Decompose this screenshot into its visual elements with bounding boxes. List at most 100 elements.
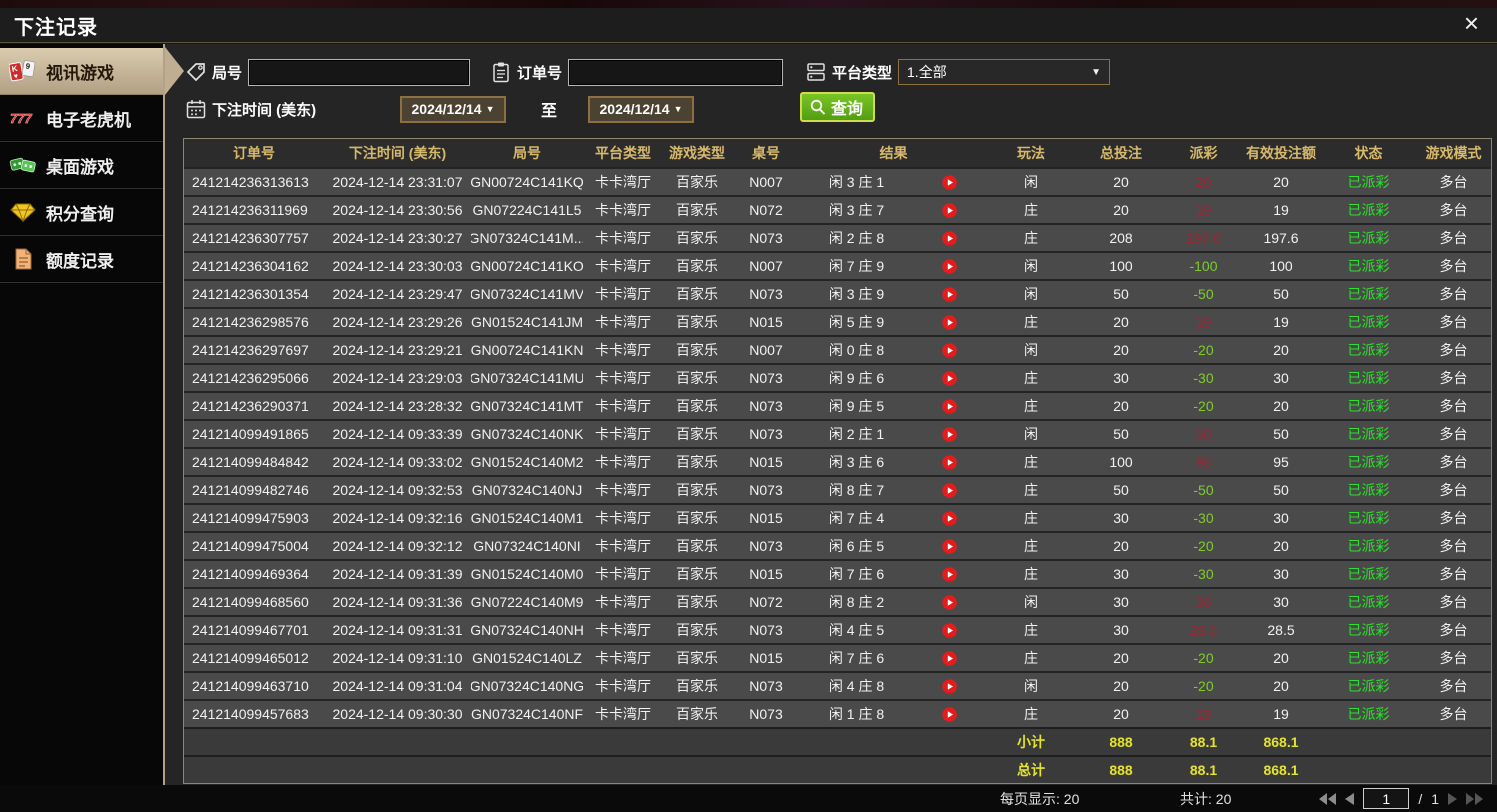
replay-icon[interactable] — [912, 203, 986, 218]
table-no-cell: N073 — [731, 393, 801, 419]
result-cell: 闲 7 庄 6 — [801, 645, 986, 671]
prev-page-icon[interactable] — [1345, 793, 1354, 805]
status-cell: 已派彩 — [1321, 309, 1416, 335]
platform-cell: 卡卡湾厅 — [583, 421, 663, 447]
table-no-cell: N073 — [731, 673, 801, 699]
table-no-cell: N007 — [731, 169, 801, 195]
result-cell: 闲 0 庄 8 — [801, 337, 986, 363]
platform-cell: 卡卡湾厅 — [583, 225, 663, 251]
round-id-cell: GN07324C140NH — [471, 617, 583, 643]
replay-icon[interactable] — [912, 343, 986, 358]
bet-time-cell: 2024-12-14 09:31:04 — [324, 673, 471, 699]
pagination-bar: 每页显示: 20 共计: 20 / 1 — [0, 785, 1497, 812]
last-page-icon[interactable] — [1466, 793, 1483, 805]
platform-list-icon — [805, 61, 827, 83]
replay-icon[interactable] — [912, 231, 986, 246]
order-input[interactable] — [568, 59, 783, 86]
to-group: 至 — [541, 95, 557, 123]
total-bet-cell: 30 — [1076, 505, 1166, 531]
result-text: 闲 3 庄 9 — [801, 284, 912, 304]
titlebar: 下注记录 × — [0, 8, 1497, 43]
payout-cell: -30 — [1166, 365, 1241, 391]
valid-bet-cell: 28.5 — [1241, 617, 1321, 643]
platform-cell: 卡卡湾厅 — [583, 281, 663, 307]
bet-time-cell: 2024-12-14 09:33:39 — [324, 421, 471, 447]
bet-time-cell: 2024-12-14 23:30:56 — [324, 197, 471, 223]
replay-icon[interactable] — [912, 679, 986, 694]
payout-cell: -100 — [1166, 253, 1241, 279]
replay-icon[interactable] — [912, 483, 986, 498]
payout-cell: -20 — [1166, 393, 1241, 419]
game-mode-cell: 多台 — [1416, 505, 1491, 531]
replay-icon[interactable] — [912, 427, 986, 442]
table-no-cell: N015 — [731, 449, 801, 475]
payout-cell: -50 — [1166, 281, 1241, 307]
page-number-input[interactable] — [1363, 788, 1409, 809]
replay-icon[interactable] — [912, 175, 986, 190]
platform-selected-value: 1.全部 — [907, 62, 947, 82]
date-from-picker[interactable]: 2024/12/14 ▼ — [400, 96, 506, 123]
close-icon[interactable]: × — [1464, 10, 1497, 40]
replay-icon[interactable] — [912, 651, 986, 666]
table-no-cell: N072 — [731, 197, 801, 223]
result-text: 闲 9 庄 6 — [801, 368, 912, 388]
result-cell: 闲 1 庄 8 — [801, 701, 986, 727]
replay-icon[interactable] — [912, 371, 986, 386]
sidebar-item-table-games[interactable]: 桌面游戏 — [0, 142, 163, 189]
game-type-cell: 百家乐 — [663, 477, 731, 503]
total-count-label: 共计: 20 — [1180, 785, 1231, 812]
to-label: 至 — [541, 97, 557, 121]
search-button[interactable]: 查询 — [800, 92, 875, 122]
table-no-cell: N073 — [731, 617, 801, 643]
order-id-cell: 241214099465012 — [184, 645, 324, 671]
game-mode-cell: 多台 — [1416, 617, 1491, 643]
bet-records-table: 订单号 下注时间 (美东) 局号 平台类型 游戏类型 桌号 结果 玩法 总投注 … — [183, 138, 1492, 784]
round-filter: 局号 — [185, 58, 470, 86]
platform-filter: 平台类型 1.全部 ▼ — [805, 58, 1110, 86]
game-mode-cell: 多台 — [1416, 337, 1491, 363]
table-row: 241214236301354 2024-12-14 23:29:47 GN07… — [184, 279, 1491, 307]
replay-icon[interactable] — [912, 511, 986, 526]
replay-icon[interactable] — [912, 567, 986, 582]
result-cell: 闲 3 庄 9 — [801, 281, 986, 307]
round-input[interactable] — [248, 59, 470, 86]
col-header: 局号 — [471, 139, 583, 167]
bet-side-cell: 庄 — [986, 477, 1076, 503]
next-page-icon[interactable] — [1448, 793, 1457, 805]
sidebar-item-points[interactable]: 积分查询 — [0, 189, 163, 236]
col-header: 下注时间 (美东) — [324, 139, 471, 167]
search-icon — [809, 98, 827, 116]
sidebar-item-credit-records[interactable]: 额度记录 — [0, 236, 163, 283]
replay-icon[interactable] — [912, 315, 986, 330]
replay-icon[interactable] — [912, 707, 986, 722]
sidebar-item-slots[interactable]: 777 电子老虎机 — [0, 95, 163, 142]
platform-cell: 卡卡湾厅 — [583, 197, 663, 223]
replay-icon[interactable] — [912, 595, 986, 610]
replay-icon[interactable] — [912, 455, 986, 470]
date-to-picker[interactable]: 2024/12/14 ▼ — [588, 96, 694, 123]
valid-bet-cell: 30 — [1241, 561, 1321, 587]
result-cell: 闲 3 庄 6 — [801, 449, 986, 475]
replay-icon[interactable] — [912, 539, 986, 554]
payout-cell: -50 — [1166, 477, 1241, 503]
game-mode-cell: 多台 — [1416, 449, 1491, 475]
table-no-cell: N073 — [731, 701, 801, 727]
replay-icon[interactable] — [912, 399, 986, 414]
search-group: 查询 — [800, 93, 875, 121]
game-type-cell: 百家乐 — [663, 225, 731, 251]
sidebar-item-video-games[interactable]: K♥ 9 视讯游戏 — [0, 48, 163, 95]
first-page-icon[interactable] — [1319, 793, 1336, 805]
order-id-cell: 241214236298576 — [184, 309, 324, 335]
bet-time-cell: 2024-12-14 23:29:47 — [324, 281, 471, 307]
valid-bet-cell: 19 — [1241, 309, 1321, 335]
replay-icon[interactable] — [912, 287, 986, 302]
bet-side-cell: 庄 — [986, 617, 1076, 643]
order-id-cell: 241214099491865 — [184, 421, 324, 447]
total-bet-cell: 30 — [1076, 617, 1166, 643]
game-type-cell: 百家乐 — [663, 393, 731, 419]
platform-select[interactable]: 1.全部 ▼ — [898, 59, 1110, 85]
round-id-cell: GN07224C141L5 — [471, 197, 583, 223]
replay-icon[interactable] — [912, 259, 986, 274]
replay-icon[interactable] — [912, 623, 986, 638]
result-cell: 闲 2 庄 1 — [801, 421, 986, 447]
